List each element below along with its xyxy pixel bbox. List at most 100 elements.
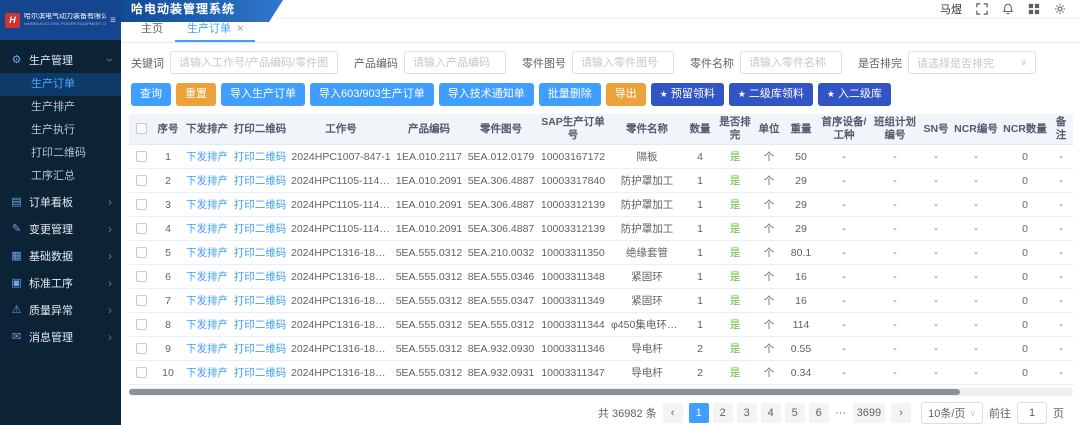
sidebar-item-quality-exception[interactable]: ⚠质量异常› [0, 296, 121, 323]
cell-weight: 50 [783, 145, 819, 169]
sidebar: H 哈尔滨电气动力装备有限公司 HARBIN ELECTRIC POWER EQ… [0, 0, 121, 425]
part-name-input[interactable] [740, 51, 842, 74]
sidebar-item-message-mgmt[interactable]: ✉消息管理› [0, 323, 121, 350]
sidebar-item-order-board[interactable]: ▤订单看板› [0, 188, 121, 215]
print-qrcode-link[interactable]: 打印二维码 [234, 343, 287, 355]
header-checkbox[interactable] [136, 123, 147, 134]
row-checkbox[interactable] [136, 151, 147, 162]
prev-page-button[interactable]: ‹ [663, 403, 683, 423]
send-schedule-link[interactable]: 下发排产 [186, 295, 228, 307]
cell-remark: - [1049, 193, 1073, 217]
sidebar-item-standard-process[interactable]: ▣标准工序› [0, 269, 121, 296]
sidebar-subitem-print-qrcode[interactable]: 打印二维码 [0, 142, 121, 165]
row-checkbox[interactable] [136, 295, 147, 306]
search-button[interactable]: 查询 [131, 83, 171, 106]
sidebar-subitem-process-summary[interactable]: 工序汇总 [0, 165, 121, 188]
send-schedule-link[interactable]: 下发排产 [186, 319, 228, 331]
cell-plan_no: - [869, 169, 921, 193]
goto-suffix: 页 [1053, 405, 1064, 421]
chevron-icon: › [108, 249, 112, 263]
print-qrcode-link[interactable]: 打印二维码 [234, 151, 287, 163]
row-checkbox[interactable] [136, 223, 147, 234]
pagination: 共 36982 条 ‹ 123456···3699 › 10条/页 ∨ 前往 页 [121, 396, 1080, 425]
row-checkbox[interactable] [136, 247, 147, 258]
print-qrcode-link[interactable]: 打印二维码 [234, 319, 287, 331]
page-button-6[interactable]: 6 [809, 403, 829, 423]
print-qrcode-link[interactable]: 打印二维码 [234, 223, 287, 235]
import-603-903-order-button[interactable]: 导入603/903生产订单 [310, 83, 434, 106]
scheduled-select[interactable]: 请选择是否排完 ∨ [908, 51, 1036, 74]
product-code-input[interactable] [404, 51, 506, 74]
secondary-store-in-button[interactable]: ★入二级库 [818, 83, 891, 106]
print-qrcode-link[interactable]: 打印二维码 [234, 247, 287, 259]
keyword-input[interactable] [170, 51, 338, 74]
page-button-3[interactable]: 3 [737, 403, 757, 423]
send-schedule-link[interactable]: 下发排产 [186, 151, 228, 163]
scheduled-flag: 是 [730, 271, 741, 283]
grid-icon[interactable] [1028, 3, 1040, 15]
row-checkbox[interactable] [136, 367, 147, 378]
cell-unit: 个 [755, 169, 783, 193]
row-checkbox[interactable] [136, 271, 147, 282]
print-qrcode-link[interactable]: 打印二维码 [234, 175, 287, 187]
row-checkbox[interactable] [136, 343, 147, 354]
send-schedule-link[interactable]: 下发排产 [186, 343, 228, 355]
sidebar-item-change-mgmt[interactable]: ✎变更管理› [0, 215, 121, 242]
collapse-icon[interactable]: ≡ [110, 15, 116, 26]
print-qrcode-link[interactable]: 打印二维码 [234, 271, 287, 283]
table-row: 7下发排产打印二维码2024HPC1316-1833-25EA.555.0312… [129, 289, 1073, 313]
cell-weight: 16 [783, 265, 819, 289]
cell-ncr_qty: 0 [1001, 313, 1049, 337]
cell-qty: 1 [685, 193, 715, 217]
production-icon: ⚙ [9, 53, 24, 66]
reserve-material-button[interactable]: ★预留领料 [651, 83, 724, 106]
scrollbar-thumb[interactable] [129, 389, 960, 395]
page-button-2[interactable]: 2 [713, 403, 733, 423]
cell-remark: - [1049, 265, 1073, 289]
table-row: 3下发排产打印二维码2024HPC1105-1147-31EA.010.2091… [129, 193, 1073, 217]
bell-icon[interactable] [1002, 3, 1014, 15]
import-tech-notice-button[interactable]: 导入技术通知单 [439, 83, 534, 106]
part-no-input[interactable] [572, 51, 674, 74]
page-button-5[interactable]: 5 [785, 403, 805, 423]
send-schedule-link[interactable]: 下发排产 [186, 367, 228, 379]
close-icon[interactable]: × [237, 23, 243, 35]
page-button-4[interactable]: 4 [761, 403, 781, 423]
fullscreen-icon[interactable] [976, 3, 988, 15]
page-size-select[interactable]: 10条/页 ∨ [921, 402, 983, 424]
import-production-order-button[interactable]: 导入生产订单 [221, 83, 305, 106]
cell-qty: 2 [685, 361, 715, 385]
print-qrcode-link[interactable]: 打印二维码 [234, 367, 287, 379]
batch-delete-button[interactable]: 批量删除 [539, 83, 601, 106]
scheduled-flag: 是 [730, 319, 741, 331]
sidebar-item-production-mgmt[interactable]: ⚙生产管理› [0, 46, 121, 73]
cell-plan_no: - [869, 265, 921, 289]
send-schedule-link[interactable]: 下发排产 [186, 175, 228, 187]
sidebar-item-label: 标准工序 [29, 275, 108, 291]
sidebar-subitem-production-scheduling[interactable]: 生产排产 [0, 96, 121, 119]
print-qrcode-link[interactable]: 打印二维码 [234, 199, 287, 211]
next-page-button[interactable]: › [891, 403, 911, 423]
secondary-store-pick-button[interactable]: ★二级库领料 [729, 83, 813, 106]
send-schedule-link[interactable]: 下发排产 [186, 223, 228, 235]
send-schedule-link[interactable]: 下发排产 [186, 247, 228, 259]
horizontal-scrollbar[interactable] [129, 388, 1073, 396]
row-checkbox[interactable] [136, 199, 147, 210]
export-button[interactable]: 导出 [606, 83, 646, 106]
reset-button[interactable]: 重置 [176, 83, 216, 106]
print-qrcode-link[interactable]: 打印二维码 [234, 295, 287, 307]
cell-qty: 2 [685, 337, 715, 361]
scheduled-select-placeholder: 请选择是否排完 [917, 55, 994, 71]
sidebar-subitem-production-execution[interactable]: 生产执行 [0, 119, 121, 142]
goto-page-input[interactable] [1017, 402, 1047, 424]
sidebar-subitem-production-order[interactable]: 生产订单 [0, 73, 121, 96]
page-button-1[interactable]: 1 [689, 403, 709, 423]
send-schedule-link[interactable]: 下发排产 [186, 271, 228, 283]
username[interactable]: 马煜 [940, 1, 962, 17]
sidebar-item-base-data[interactable]: ▦基础数据› [0, 242, 121, 269]
gear-icon[interactable] [1054, 3, 1066, 15]
row-checkbox[interactable] [136, 319, 147, 330]
send-schedule-link[interactable]: 下发排产 [186, 199, 228, 211]
page-button-3699[interactable]: 3699 [853, 403, 885, 423]
row-checkbox[interactable] [136, 175, 147, 186]
